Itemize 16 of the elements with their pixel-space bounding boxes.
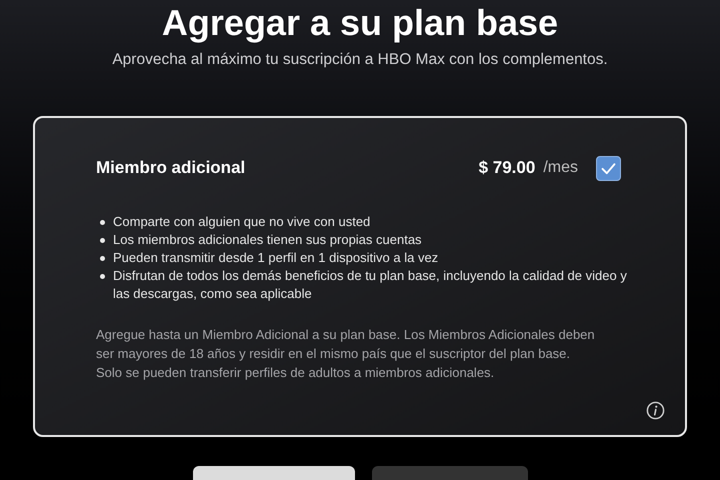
bullet-icon [100,220,105,225]
page-subtitle: Aprovecha al máximo tu suscripción a HBO Max con los complementos. [112,50,608,70]
addon-note: Agregue hasta un Miembro Adicional a su plan base. Los Miembros Adicionales deben ser mayores de 18 años y residir en el mismo país que el suscriptor del plan base. Solo se pueden transferir perfiles de adultos a miembros adicionales. [96,326,596,382]
addon-price: $ 79.00 [478,157,536,180]
bullet-icon [100,238,105,243]
addon-name: Miembro adicional [96,157,246,180]
benefit-text: Los miembros adicionales tienen sus propias cuentas [113,230,422,249]
price-period: /mes [543,158,578,178]
benefit-text: Pueden transmitir desde 1 perfil en 1 dispositivo a la vez [113,248,438,267]
info-icon[interactable] [646,401,665,420]
bullet-icon [100,274,105,279]
addon-checkbox[interactable] [596,156,621,180]
benefit-text: Disfrutan de todos los demás beneficios de tu plan base, incluyendo la calidad de video y las descargas, como sea aplicable [113,266,628,303]
bullet-icon [100,256,105,261]
benefit-text: Comparte con alguien que no vive con usted [113,212,370,231]
page-title: Agregar a su plan base [162,2,558,44]
